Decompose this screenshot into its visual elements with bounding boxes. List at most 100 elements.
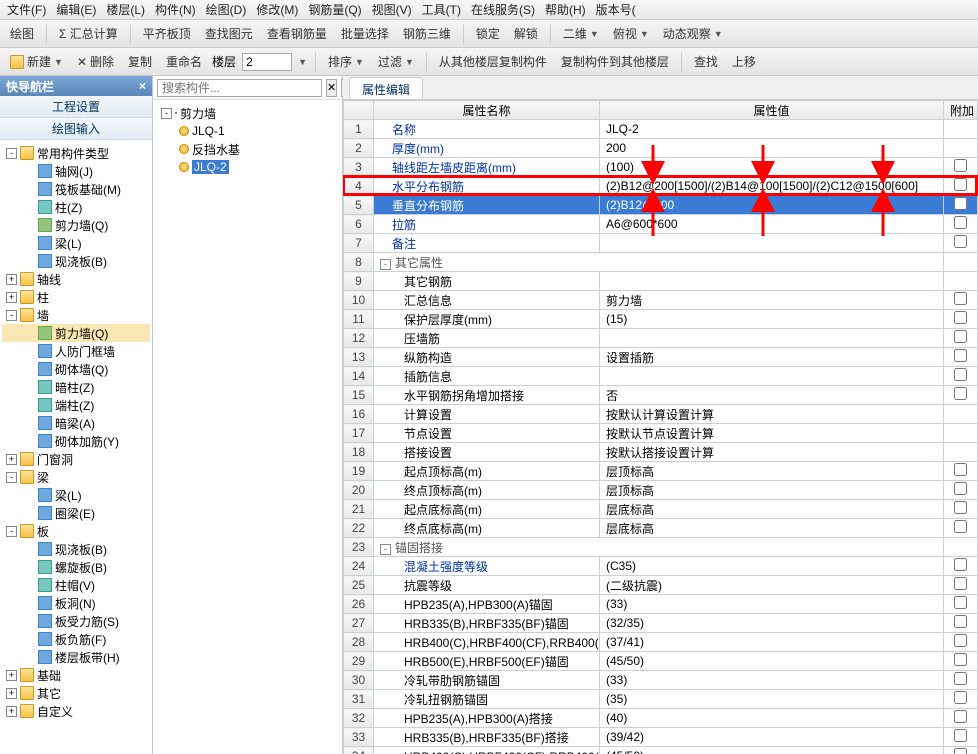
extra-checkbox[interactable] bbox=[954, 520, 967, 533]
prop-extra-cell[interactable] bbox=[944, 329, 978, 348]
component-tree-item[interactable]: -剪力墙 bbox=[157, 104, 338, 122]
expand-icon[interactable]: - bbox=[6, 148, 17, 159]
toolbar-button[interactable]: 平齐板顶 bbox=[139, 23, 195, 44]
extra-checkbox[interactable] bbox=[954, 178, 967, 191]
menu-item[interactable]: 工具(T) bbox=[419, 1, 464, 18]
nav-tree-item[interactable]: -梁 bbox=[2, 468, 150, 486]
sort-button[interactable]: 排序 ▼ bbox=[324, 51, 368, 72]
extra-checkbox[interactable] bbox=[954, 615, 967, 628]
extra-checkbox[interactable] bbox=[954, 311, 967, 324]
nav-tree-item[interactable]: 螺旋板(B) bbox=[2, 558, 150, 576]
nav-tree-item[interactable]: 圈梁(E) bbox=[2, 504, 150, 522]
prop-value-cell[interactable]: 剪力墙 bbox=[600, 291, 944, 310]
prop-extra-cell[interactable] bbox=[944, 595, 978, 614]
prop-extra-cell[interactable] bbox=[944, 728, 978, 747]
extra-checkbox[interactable] bbox=[954, 729, 967, 742]
component-tree-item[interactable]: JLQ-1 bbox=[157, 122, 338, 140]
grid-row[interactable]: 5垂直分布钢筋(2)B12@200 bbox=[344, 196, 978, 215]
prop-extra-cell[interactable] bbox=[944, 424, 978, 443]
menu-item[interactable]: 楼层(L) bbox=[103, 1, 148, 18]
prop-extra-cell[interactable] bbox=[944, 139, 978, 158]
grid-row[interactable]: 8-其它属性 bbox=[344, 253, 978, 272]
prop-value-cell[interactable]: 按默认节点设置计算 bbox=[600, 424, 944, 443]
toolbar-button[interactable]: 钢筋三维 bbox=[399, 23, 455, 44]
prop-extra-cell[interactable] bbox=[944, 519, 978, 538]
grid-row[interactable]: 21起点底标高(m)层底标高 bbox=[344, 500, 978, 519]
prop-extra-cell[interactable] bbox=[944, 500, 978, 519]
nav-tree-item[interactable]: 梁(L) bbox=[2, 486, 150, 504]
nav-tree-item[interactable]: +柱 bbox=[2, 288, 150, 306]
prop-extra-cell[interactable] bbox=[944, 443, 978, 462]
grid-row[interactable]: 10汇总信息剪力墙 bbox=[344, 291, 978, 310]
toolbar-button[interactable]: 批量选择 bbox=[337, 23, 393, 44]
prop-extra-cell[interactable] bbox=[944, 671, 978, 690]
rename-button[interactable]: 重命名 bbox=[162, 51, 206, 72]
prop-extra-cell[interactable] bbox=[944, 310, 978, 329]
nav-tree-item[interactable]: 柱(Z) bbox=[2, 198, 150, 216]
new-button[interactable]: 新建 ▼ bbox=[6, 51, 67, 72]
nav-tree-item[interactable]: 砌体墙(Q) bbox=[2, 360, 150, 378]
expand-icon[interactable]: + bbox=[6, 670, 17, 681]
nav-tree-item[interactable]: 砌体加筋(Y) bbox=[2, 432, 150, 450]
nav-tab-project[interactable]: 工程设置 bbox=[0, 96, 152, 118]
toolbar-button[interactable]: 锁定 bbox=[472, 23, 504, 44]
toolbar-button[interactable]: 查找图元 bbox=[201, 23, 257, 44]
nav-close-icon[interactable]: × bbox=[139, 79, 146, 93]
nav-tree-item[interactable]: +自定义 bbox=[2, 702, 150, 720]
grid-row[interactable]: 26HPB235(A),HPB300(A)锚固(33) bbox=[344, 595, 978, 614]
nav-tree-item[interactable]: 人防门框墙 bbox=[2, 342, 150, 360]
prop-extra-cell[interactable] bbox=[944, 234, 978, 253]
grid-row[interactable]: 4水平分布钢筋(2)B12@200[1500]/(2)B14@100[1500]… bbox=[344, 177, 978, 196]
menu-item[interactable]: 在线服务(S) bbox=[468, 1, 538, 18]
prop-value-cell[interactable]: (45/50) bbox=[600, 652, 944, 671]
extra-checkbox[interactable] bbox=[954, 672, 967, 685]
prop-value-cell[interactable]: (33) bbox=[600, 671, 944, 690]
menu-item[interactable]: 修改(M) bbox=[253, 1, 301, 18]
grid-row[interactable]: 34HRB400(C),HRBF400(CF),RRB400(D)搭(45/50… bbox=[344, 747, 978, 754]
grid-row[interactable]: 2厚度(mm)200 bbox=[344, 139, 978, 158]
grid-row[interactable]: 31冷轧扭钢筋锚固(35) bbox=[344, 690, 978, 709]
delete-button[interactable]: ✕ 删除 bbox=[73, 51, 118, 72]
extra-checkbox[interactable] bbox=[954, 292, 967, 305]
prop-extra-cell[interactable] bbox=[944, 196, 978, 215]
grid-row[interactable]: 7备注 bbox=[344, 234, 978, 253]
prop-value-cell[interactable]: JLQ-2 bbox=[600, 120, 944, 139]
grid-row[interactable]: 27HRB335(B),HRBF335(BF)锚固(32/35) bbox=[344, 614, 978, 633]
component-tree-item[interactable]: 反挡水基 bbox=[157, 140, 338, 158]
extra-checkbox[interactable] bbox=[954, 159, 967, 172]
grid-row[interactable]: 11保护层厚度(mm)(15) bbox=[344, 310, 978, 329]
nav-tree-item[interactable]: -板 bbox=[2, 522, 150, 540]
expand-icon[interactable]: - bbox=[161, 108, 172, 119]
category-cell[interactable]: -锚固搭接 bbox=[374, 538, 944, 557]
nav-tree-item[interactable]: 筏板基础(M) bbox=[2, 180, 150, 198]
nav-tree-item[interactable]: 轴网(J) bbox=[2, 162, 150, 180]
prop-extra-cell[interactable] bbox=[944, 709, 978, 728]
menu-item[interactable]: 构件(N) bbox=[152, 1, 199, 18]
grid-row[interactable]: 24混凝土强度等级(C35) bbox=[344, 557, 978, 576]
prop-value-cell[interactable]: (32/35) bbox=[600, 614, 944, 633]
prop-extra-cell[interactable] bbox=[944, 405, 978, 424]
prop-value-cell[interactable]: A6@600*600 bbox=[600, 215, 944, 234]
copy-to-floor-button[interactable]: 复制构件到其他楼层 bbox=[557, 51, 673, 72]
nav-tree-item[interactable]: 剪力墙(Q) bbox=[2, 324, 150, 342]
nav-tree-item[interactable]: -墙 bbox=[2, 306, 150, 324]
prop-extra-cell[interactable] bbox=[944, 348, 978, 367]
prop-value-cell[interactable]: (二级抗震) bbox=[600, 576, 944, 595]
extra-checkbox[interactable] bbox=[954, 482, 967, 495]
prop-value-cell[interactable]: (2)B12@200[1500]/(2)B14@100[1500]/(2)C12… bbox=[600, 177, 944, 196]
grid-row[interactable]: 12压墙筋 bbox=[344, 329, 978, 348]
prop-value-cell[interactable]: 否 bbox=[600, 386, 944, 405]
prop-value-cell[interactable]: 层顶标高 bbox=[600, 462, 944, 481]
expand-icon[interactable]: - bbox=[6, 526, 17, 537]
prop-extra-cell[interactable] bbox=[944, 462, 978, 481]
expand-icon[interactable]: + bbox=[6, 454, 17, 465]
grid-row[interactable]: 17节点设置按默认节点设置计算 bbox=[344, 424, 978, 443]
nav-tree-item[interactable]: 端柱(Z) bbox=[2, 396, 150, 414]
nav-tree-item[interactable]: 现浇板(B) bbox=[2, 252, 150, 270]
menu-item[interactable]: 帮助(H) bbox=[542, 1, 589, 18]
nav-tree-item[interactable]: 暗梁(A) bbox=[2, 414, 150, 432]
prop-value-cell[interactable]: (39/42) bbox=[600, 728, 944, 747]
extra-checkbox[interactable] bbox=[954, 558, 967, 571]
prop-extra-cell[interactable] bbox=[944, 120, 978, 139]
prop-value-cell[interactable] bbox=[600, 329, 944, 348]
